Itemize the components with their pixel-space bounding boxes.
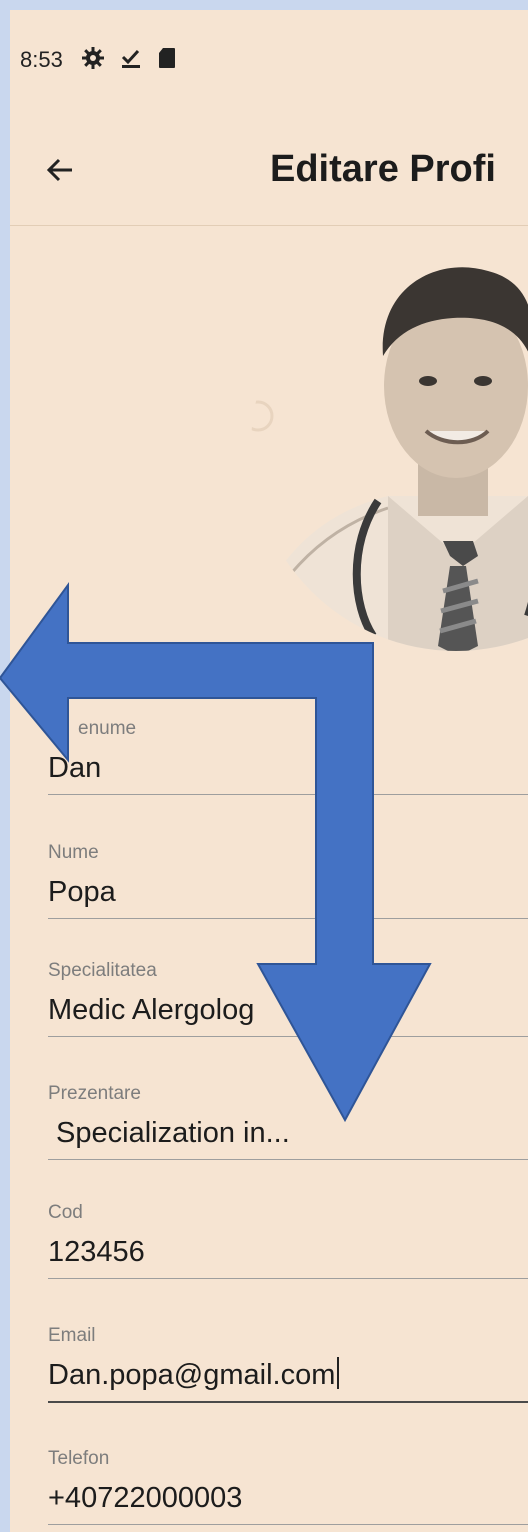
- email-label: Email: [48, 1325, 96, 1346]
- arrow-back-icon: [46, 158, 72, 182]
- last-name-label: Nume: [48, 842, 99, 863]
- specialty-underline: [48, 1036, 528, 1037]
- presentation-underline: [48, 1159, 528, 1160]
- phone-value[interactable]: +40722000003: [48, 1478, 528, 1524]
- presentation-value[interactable]: Specialization in...: [48, 1113, 528, 1159]
- status-time: 8:53: [20, 47, 63, 72]
- download-done-icon: [119, 46, 143, 75]
- last-name-underline: [48, 918, 528, 919]
- back-button[interactable]: [38, 150, 82, 190]
- specialty-label: Specialitatea: [48, 960, 157, 981]
- last-name-value[interactable]: Popa: [48, 872, 528, 918]
- page-title: Editare Profi: [270, 148, 496, 190]
- presentation-field[interactable]: Prezentare Specialization in...: [48, 1081, 528, 1160]
- phone-screen: 8:53 Editare Profi enume Dan Nume Popa S…: [10, 10, 528, 1532]
- specialty-value[interactable]: Medic Alergolog: [48, 990, 528, 1036]
- code-value[interactable]: 123456: [48, 1232, 528, 1278]
- presentation-label: Prezentare: [48, 1083, 141, 1104]
- status-bar: 8:53: [10, 10, 528, 110]
- first-name-value[interactable]: Dan: [48, 748, 528, 794]
- sd-card-icon: [157, 46, 177, 75]
- app-bar: Editare Profi: [10, 110, 528, 226]
- last-name-field[interactable]: Nume Popa: [48, 840, 528, 919]
- first-name-field[interactable]: enume Dan: [48, 716, 528, 795]
- phone-underline: [48, 1524, 528, 1525]
- settings-icon: [81, 46, 105, 75]
- email-value[interactable]: Dan.popa@gmail.com: [48, 1355, 528, 1401]
- email-text: Dan.popa@gmail.com: [48, 1359, 336, 1391]
- avatar[interactable]: [238, 246, 528, 656]
- text-cursor: [337, 1357, 340, 1389]
- first-name-underline: [48, 794, 528, 795]
- phone-field[interactable]: Telefon +40722000003: [48, 1446, 528, 1525]
- code-label: Cod: [48, 1202, 83, 1223]
- email-underline: [48, 1401, 528, 1403]
- phone-label: Telefon: [48, 1448, 110, 1469]
- code-underline: [48, 1278, 528, 1279]
- email-field[interactable]: Email Dan.popa@gmail.com: [48, 1323, 528, 1403]
- first-name-label: enume: [78, 718, 137, 739]
- code-field[interactable]: Cod 123456: [48, 1200, 528, 1279]
- specialty-field[interactable]: Specialitatea Medic Alergolog: [48, 958, 528, 1037]
